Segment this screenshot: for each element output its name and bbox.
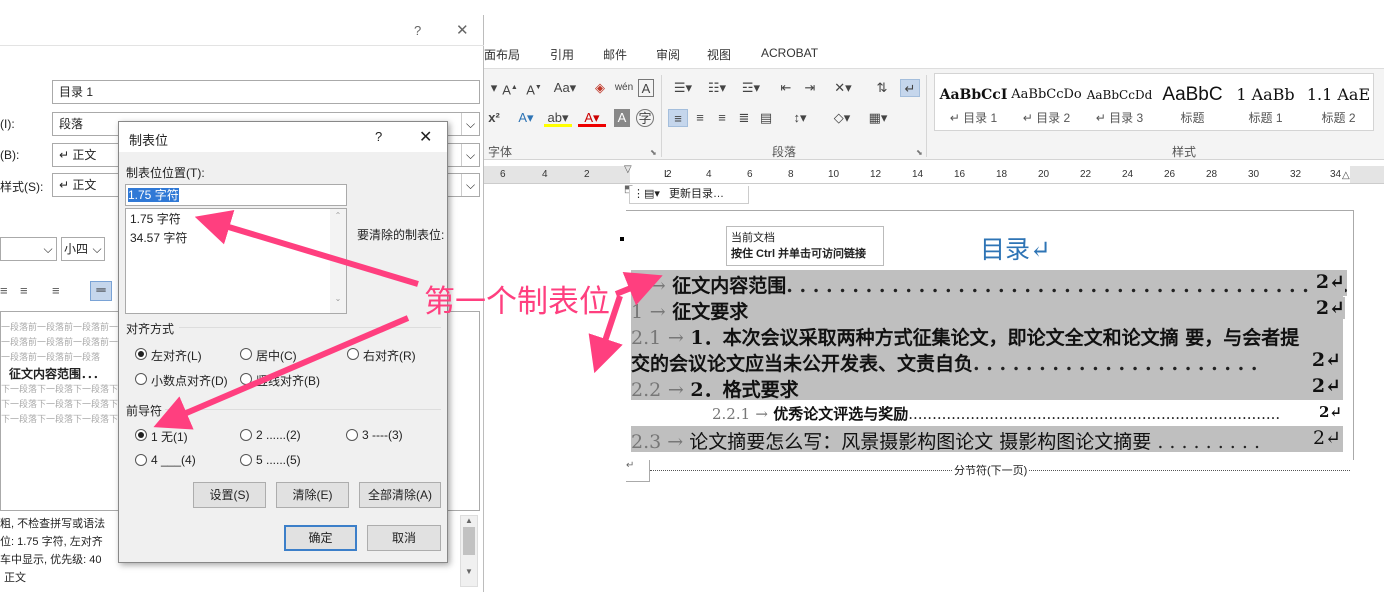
link-tooltip: 当前文档 按住 Ctrl 并单击可访问链接 [726,226,884,266]
annotation-callout: 第一个制表位 [424,284,610,320]
arrow-to-first-tab [614,271,663,306]
annotation-arrows [153,209,663,430]
arrow-to-leader [153,315,410,430]
tooltip-line: 当前文档 [731,232,775,244]
tooltip-line: 按住 Ctrl 并单击可访问链接 [731,248,867,260]
arrow-to-list [194,209,419,287]
